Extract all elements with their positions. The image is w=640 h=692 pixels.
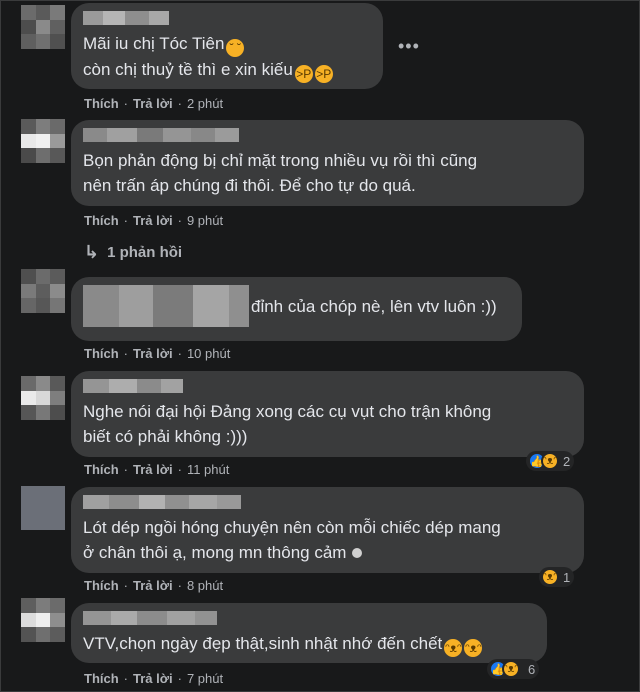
comment-timestamp[interactable]: 2 phút	[187, 96, 223, 111]
like-button[interactable]: Thích	[84, 462, 119, 477]
comment-timestamp[interactable]: 9 phút	[187, 213, 223, 228]
avatar[interactable]	[21, 598, 65, 642]
comment-text: Lót dép ngồi hóng chuyện nên còn mỗi chi…	[83, 518, 501, 562]
rofl-emoji-icon: ᵔᴥᵔ	[464, 639, 483, 657]
avatar[interactable]	[21, 119, 65, 163]
reply-button[interactable]: Trả lời	[133, 346, 173, 361]
reply-button[interactable]: Trả lời	[133, 96, 173, 111]
comment-timestamp[interactable]: 7 phút	[187, 671, 223, 686]
haha-reaction-icon: ᵔᴥᵔ	[502, 660, 520, 678]
comment-actions: Thích · Trả lời · 10 phút	[84, 346, 231, 361]
view-replies-link[interactable]: ↳ 1 phản hồi	[84, 242, 182, 263]
reply-arrow-icon: ↳	[84, 242, 100, 262]
smile-emoji-icon	[352, 548, 363, 558]
haha-reaction-icon: ᵔᴥᵔ	[541, 452, 559, 470]
reply-button[interactable]: Trả lời	[133, 213, 173, 228]
comments-panel: Mãi iu chị Tóc Tiên ˘ ˘ còn chị thuỷ tề t…	[0, 0, 640, 692]
avatar[interactable]	[21, 486, 65, 530]
author-name-blurred[interactable]	[83, 377, 572, 395]
comment-text: Mãi iu chị Tóc Tiên ˘ ˘ còn chị thuỷ tề t…	[83, 34, 333, 83]
author-name-blurred[interactable]	[83, 126, 572, 144]
reaction-summary[interactable]: 👍 ᵔᴥᵔ 6	[487, 659, 540, 679]
comment-bubble: Bọn phản động bị chỉ mặt trong nhiều vụ …	[71, 120, 584, 206]
comment-bubble: Nghe nói đại hội Đảng xong các cụ vụt ch…	[71, 371, 584, 457]
comment-actions: Thích · Trả lời · 8 phút	[84, 578, 224, 593]
avatar[interactable]	[21, 376, 65, 420]
reply-button[interactable]: Trả lời	[133, 578, 173, 593]
more-horizontal-icon[interactable]: •••	[398, 37, 420, 55]
like-button[interactable]: Thích	[84, 96, 119, 111]
avatar[interactable]	[21, 5, 65, 49]
like-button[interactable]: Thích	[84, 213, 119, 228]
comment-text: Nghe nói đại hội Đảng xong các cụ vụt ch…	[83, 402, 492, 446]
reply-button[interactable]: Trả lời	[133, 462, 173, 477]
reply-button[interactable]: Trả lời	[133, 671, 173, 686]
comment-bubble: Mãi iu chị Tóc Tiên ˘ ˘ còn chị thuỷ tề t…	[71, 3, 383, 89]
rofl-emoji-icon: ᵔᴥᵔ	[444, 639, 463, 657]
like-button[interactable]: Thích	[84, 346, 119, 361]
like-button[interactable]: Thích	[84, 671, 119, 686]
comment-actions: Thích · Trả lời · 2 phút	[84, 96, 224, 111]
comment-bubble: đỉnh của chóp nè, lên vtv luôn :))	[71, 277, 522, 341]
author-name-blurred[interactable]	[83, 9, 371, 27]
blurred-mention	[83, 285, 119, 327]
comment-timestamp[interactable]: 10 phút	[187, 346, 230, 361]
reaction-summary[interactable]: 👍 ᵔᴥᵔ 2	[526, 451, 575, 471]
comment-actions: Thích · Trả lời · 11 phút	[84, 462, 230, 477]
comment-actions: Thích · Trả lời · 7 phút	[84, 671, 224, 686]
comment-text: Bọn phản động bị chỉ mặt trong nhiều vụ …	[83, 151, 478, 195]
author-name-blurred[interactable]	[83, 493, 572, 511]
comment-text: VTV,chọn ngày đẹp thật,sinh nhật nhớ đến…	[83, 634, 483, 657]
comment-actions: Thích · Trả lời · 9 phút	[84, 213, 224, 228]
pensive-emoji-icon: ˘ ˘	[226, 39, 245, 57]
avatar[interactable]	[21, 269, 65, 313]
author-name-blurred[interactable]	[83, 609, 535, 627]
like-button[interactable]: Thích	[84, 578, 119, 593]
squint-tongue-emoji-icon: >P	[314, 65, 333, 83]
comment-timestamp[interactable]: 11 phút	[187, 462, 229, 477]
squint-tongue-emoji-icon: >P	[294, 65, 313, 83]
comment-bubble: VTV,chọn ngày đẹp thật,sinh nhật nhớ đến…	[71, 603, 547, 663]
haha-reaction-icon: ᵔᴥᵔ	[541, 568, 559, 586]
comment-text: đỉnh của chóp nè, lên vtv luôn :))	[83, 285, 510, 327]
comment-bubble: Lót dép ngồi hóng chuyện nên còn mỗi chi…	[71, 487, 584, 573]
reaction-summary[interactable]: ᵔᴥᵔ 1	[539, 567, 575, 587]
comment-timestamp[interactable]: 8 phút	[187, 578, 223, 593]
